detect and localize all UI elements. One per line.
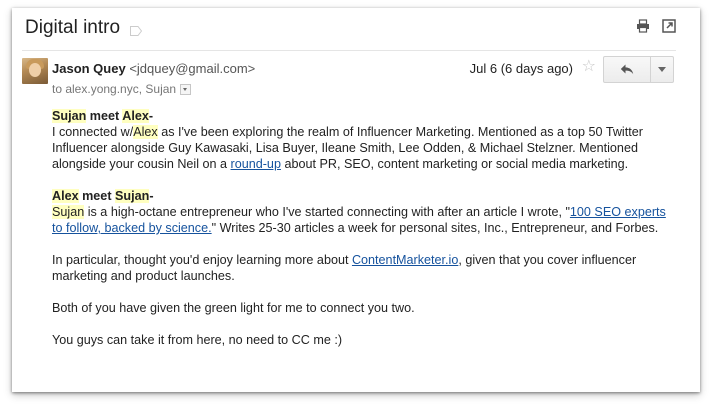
- more-options-button[interactable]: [651, 56, 674, 83]
- sender-line: Jason Quey <jdquey@gmail.com>: [52, 61, 255, 76]
- show-details-icon[interactable]: [180, 83, 192, 95]
- header-divider: [22, 50, 676, 51]
- intro-name: Sujan: [115, 189, 150, 203]
- email-date: Jul 6 (6 days ago): [469, 61, 573, 76]
- print-icon[interactable]: [636, 19, 650, 33]
- sender-email: <jdquey@gmail.com>: [129, 61, 256, 76]
- paragraph-2: Alex meet Sujan- Sujan is a high-octane …: [52, 189, 666, 235]
- email-window: Digital intro Jason Quey <jdquey@gmail.c…: [12, 8, 700, 392]
- recipients-text: to alex.yong.nyc, Sujan: [52, 82, 177, 96]
- intro-name: Alex: [122, 109, 149, 123]
- reply-group: [603, 56, 674, 83]
- email-subject: Digital intro: [25, 17, 121, 38]
- reply-arrow-icon: [620, 64, 634, 75]
- contentmarketer-link[interactable]: ContentMarketer.io: [352, 253, 458, 267]
- star-icon[interactable]: ☆: [582, 59, 596, 75]
- reply-button[interactable]: [603, 56, 651, 83]
- round-up-link[interactable]: round-up: [231, 157, 281, 171]
- open-in-new-window-icon[interactable]: [662, 19, 676, 33]
- paragraph-1: Sujan meet Alex- I connected w/Alex as I…: [52, 109, 643, 171]
- subject-row: Digital intro: [25, 14, 143, 42]
- intro-name: Alex: [52, 189, 79, 203]
- paragraph-4: Both of you have given the green light f…: [52, 301, 415, 315]
- email-body: Sujan meet Alex- I connected w/Alex as I…: [52, 108, 677, 364]
- recipients-line: to alex.yong.nyc, Sujan: [52, 82, 192, 96]
- intro-name: Sujan: [52, 109, 87, 123]
- highlighted-name: Alex: [133, 125, 158, 139]
- chevron-down-icon: [658, 67, 666, 72]
- paragraph-5: You guys can take it from here, no need …: [52, 333, 343, 347]
- sender-name[interactable]: Jason Quey: [52, 61, 126, 76]
- label-tag-icon[interactable]: [130, 23, 143, 36]
- top-actions: [636, 19, 676, 33]
- avatar[interactable]: [22, 58, 48, 84]
- highlighted-name: Sujan: [52, 205, 85, 219]
- paragraph-3: In particular, thought you'd enjoy learn…: [52, 253, 637, 283]
